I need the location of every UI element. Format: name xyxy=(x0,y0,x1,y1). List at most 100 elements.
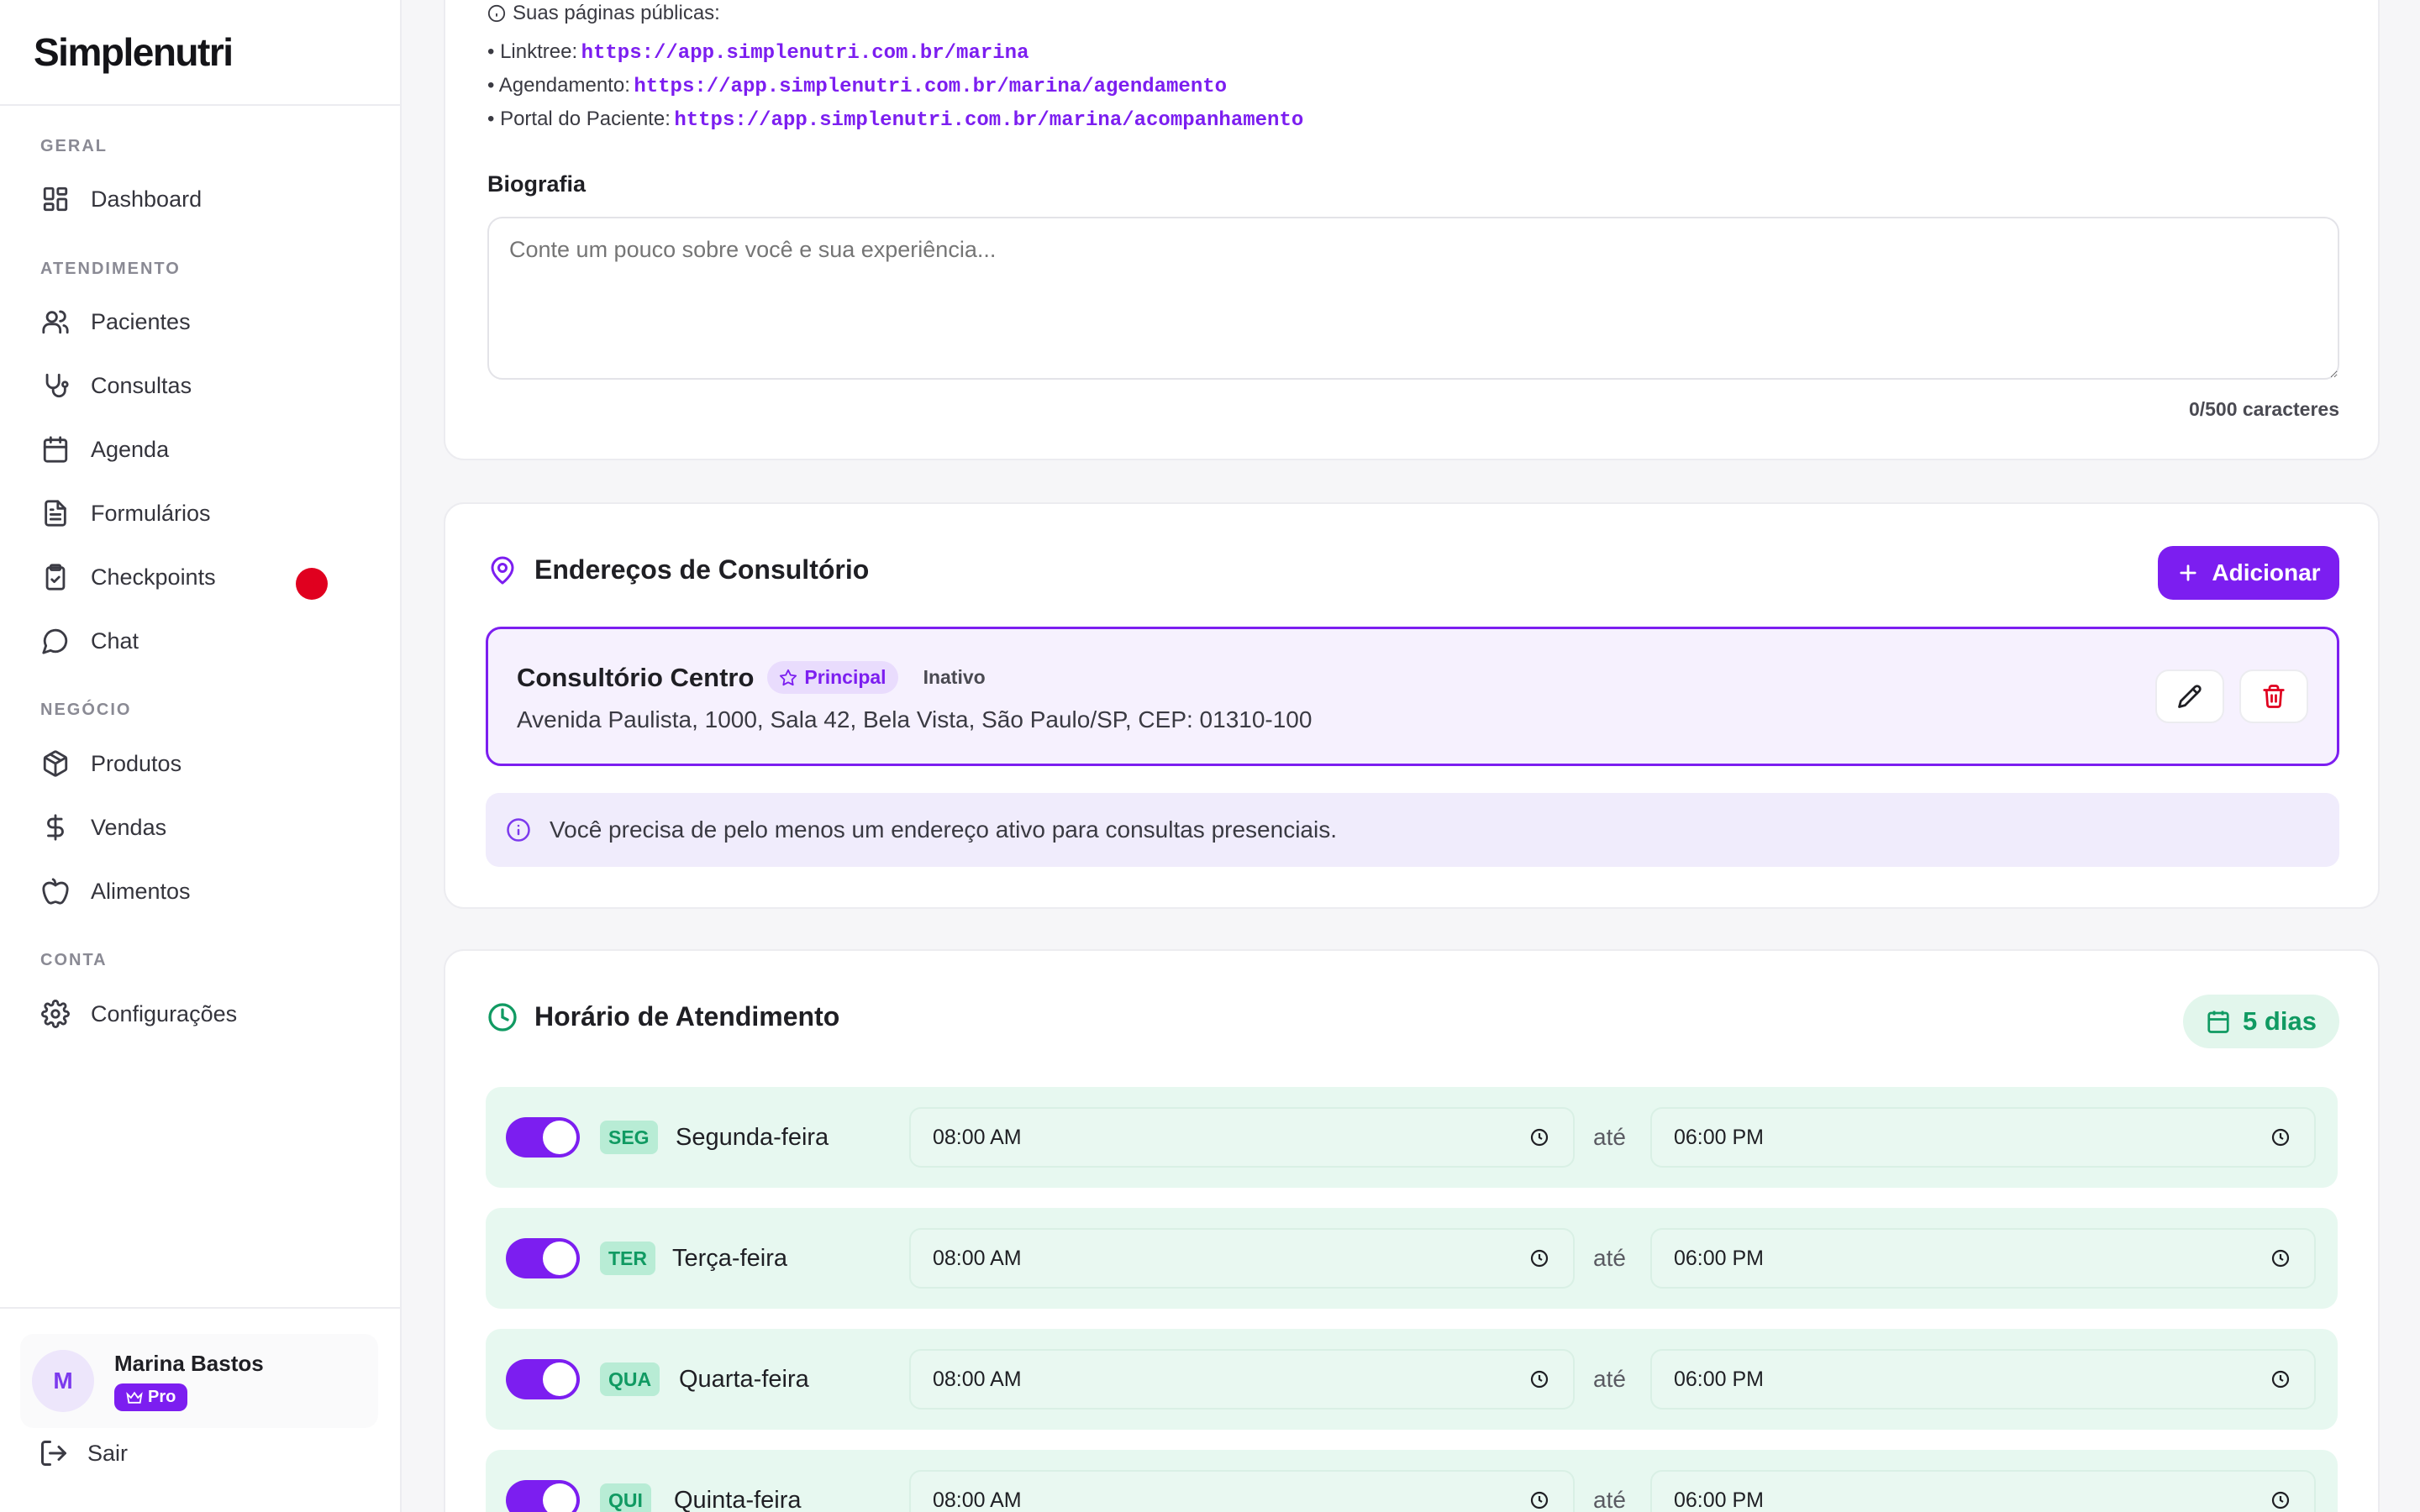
end-time-input[interactable]: 06:00 PM xyxy=(1650,1228,2316,1289)
public-pages-title: Suas páginas públicas: xyxy=(513,2,720,24)
start-time-value: 08:00 AM xyxy=(933,1367,1022,1391)
clock-icon[interactable] xyxy=(1529,1127,1549,1147)
sidebar-item-label: Dashboard xyxy=(91,186,203,212)
char-counter: 0/500 caracteres xyxy=(2188,398,2339,420)
map-pin-icon xyxy=(491,556,514,584)
logout-button[interactable]: Sair xyxy=(39,1438,128,1468)
edit-address-button[interactable] xyxy=(2155,669,2224,723)
end-time-input[interactable]: 06:00 PM xyxy=(1650,1107,2316,1168)
toggle-knob xyxy=(543,1121,576,1154)
users-icon xyxy=(39,305,72,339)
info-message: Você precisa de pelo menos um endereço a… xyxy=(550,816,1337,843)
section-label-geral: GERAL xyxy=(40,137,108,155)
plan-label: Pro xyxy=(148,1388,176,1406)
address-text: Avenida Paulista, 1000, Sala 42, Bela Vi… xyxy=(517,706,1313,732)
linktree-link[interactable]: https://app.simplenutri.com.br/marina xyxy=(581,42,1029,65)
package-icon xyxy=(39,747,72,780)
delete-address-button[interactable] xyxy=(2239,669,2308,723)
toggle-knob xyxy=(543,1362,576,1396)
day-name: Quinta-feira xyxy=(674,1486,802,1512)
agendamento-link[interactable]: https://app.simplenutri.com.br/marina/ag… xyxy=(634,76,1227,98)
start-time-input[interactable]: 08:00 AM xyxy=(909,1228,1575,1289)
sidebar-item-label: Formulários xyxy=(91,500,211,526)
section-label-conta: CONTA xyxy=(40,951,108,969)
sidebar-item-configuracoes[interactable]: Configurações xyxy=(34,986,368,1042)
day-toggle[interactable] xyxy=(506,1238,580,1278)
clock-icon[interactable] xyxy=(2270,1369,2291,1389)
sidebar-item-label: Produtos xyxy=(91,750,182,776)
sidebar-item-label: Consultas xyxy=(91,372,192,398)
sidebar-item-formularios[interactable]: Formulários xyxy=(34,486,368,541)
sidebar-item-label: Chat xyxy=(91,627,139,654)
public-link-agendamento: • Agendamento: https://app.simplenutri.c… xyxy=(487,74,1227,98)
status-badge: Inativo xyxy=(923,666,986,688)
info-icon xyxy=(487,4,506,23)
clock-icon[interactable] xyxy=(1529,1248,1549,1268)
end-time-input[interactable]: 06:00 PM xyxy=(1650,1349,2316,1410)
sidebar-item-chat[interactable]: Chat xyxy=(34,613,368,669)
sidebar-item-dashboard[interactable]: Dashboard xyxy=(34,171,368,227)
sidebar-item-consultas[interactable]: Consultas xyxy=(34,358,368,413)
chat-icon xyxy=(39,624,72,658)
day-row-quinta: QUI Quinta-feira 08:00 AM até 06:00 PM xyxy=(486,1450,2338,1512)
sidebar: Simplenutri GERAL Dashboard ATENDIMENTO … xyxy=(0,0,402,1512)
crown-icon xyxy=(126,1391,143,1404)
start-time-value: 08:00 AM xyxy=(933,1488,1022,1512)
addresses-title: Endereços de Consultório xyxy=(534,554,870,585)
day-name: Segunda-feira xyxy=(676,1123,829,1151)
sidebar-item-label: Alimentos xyxy=(91,878,191,904)
hours-header: Horário de Atendimento xyxy=(487,1001,839,1032)
clock-icon[interactable] xyxy=(2270,1490,2291,1510)
clock-icon[interactable] xyxy=(2270,1248,2291,1268)
sidebar-item-agenda[interactable]: Agenda xyxy=(34,422,368,477)
calendar-icon xyxy=(2207,1011,2229,1033)
section-label-negocio: NEGÓCIO xyxy=(40,701,132,719)
apple-icon xyxy=(39,874,72,908)
toggle-knob xyxy=(543,1242,576,1275)
logout-icon xyxy=(41,1441,66,1466)
end-time-input[interactable]: 06:00 PM xyxy=(1650,1470,2316,1512)
day-abbr: TER xyxy=(600,1242,655,1275)
day-toggle[interactable] xyxy=(506,1359,580,1399)
portal-link[interactable]: https://app.simplenutri.com.br/marina/ac… xyxy=(674,109,1303,132)
start-time-value: 08:00 AM xyxy=(933,1246,1022,1270)
info-icon xyxy=(507,818,530,842)
sidebar-item-pacientes[interactable]: Pacientes xyxy=(34,294,368,349)
profile-card: Suas páginas públicas: • Linktree: https… xyxy=(444,0,2380,460)
end-time-value: 06:00 PM xyxy=(1674,1488,1765,1512)
day-toggle[interactable] xyxy=(506,1480,580,1512)
end-time-value: 06:00 PM xyxy=(1674,1246,1765,1270)
notification-badge: 4 xyxy=(296,568,328,600)
user-profile-card[interactable]: M Marina Bastos Pro xyxy=(20,1334,378,1428)
hours-title: Horário de Atendimento xyxy=(534,1001,840,1032)
sidebar-item-vendas[interactable]: Vendas xyxy=(34,800,368,855)
dollar-icon xyxy=(39,811,72,844)
clock-icon[interactable] xyxy=(1529,1369,1549,1389)
link-label: • Agendamento: xyxy=(487,74,630,97)
public-link-linktree: • Linktree: https://app.simplenutri.com.… xyxy=(487,40,1028,65)
bio-label: Biografia xyxy=(487,171,587,197)
public-pages-header: Suas páginas públicas: xyxy=(487,2,720,25)
start-time-input[interactable]: 08:00 AM xyxy=(909,1470,1575,1512)
addresses-card: Endereços de Consultório Adicionar Consu… xyxy=(444,502,2380,909)
sidebar-item-checkpoints[interactable]: Checkpoints 4 xyxy=(34,549,368,605)
until-label: até xyxy=(1593,1245,1626,1271)
day-toggle[interactable] xyxy=(506,1117,580,1158)
start-time-input[interactable]: 08:00 AM xyxy=(909,1107,1575,1168)
avatar: M xyxy=(32,1350,94,1412)
section-label-atendimento: ATENDIMENTO xyxy=(40,260,181,278)
add-address-button[interactable]: Adicionar xyxy=(2158,546,2339,600)
hours-card: Horário de Atendimento 5 dias SEG Segund… xyxy=(444,949,2380,1512)
day-name: Quarta-feira xyxy=(679,1365,809,1393)
sidebar-item-label: Pacientes xyxy=(91,308,191,334)
principal-badge: Principal xyxy=(767,661,898,694)
clock-icon[interactable] xyxy=(2270,1127,2291,1147)
bio-textarea[interactable] xyxy=(487,217,2339,380)
start-time-input[interactable]: 08:00 AM xyxy=(909,1349,1575,1410)
sidebar-item-produtos[interactable]: Produtos xyxy=(34,736,368,791)
clock-icon[interactable] xyxy=(1529,1490,1549,1510)
file-text-icon xyxy=(39,496,72,530)
days-count-badge: 5 dias xyxy=(2183,995,2339,1048)
public-link-portal: • Portal do Paciente: https://app.simple… xyxy=(487,108,1303,132)
sidebar-item-alimentos[interactable]: Alimentos xyxy=(34,864,368,919)
